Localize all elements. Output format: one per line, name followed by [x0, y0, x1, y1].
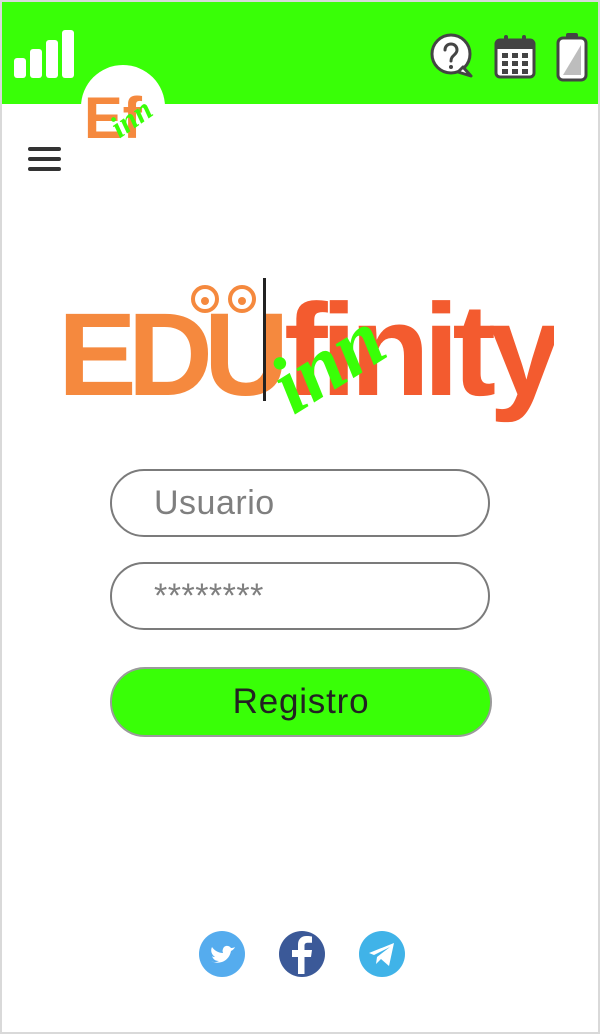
twitter-icon[interactable]	[198, 930, 246, 978]
menu-line	[28, 157, 61, 161]
password-input[interactable]	[110, 562, 490, 630]
app-logo-icon: Ef inn	[81, 65, 165, 146]
battery-icon	[556, 33, 588, 82]
help-bubble-icon[interactable]	[429, 32, 475, 80]
username-input[interactable]	[110, 469, 490, 537]
telegram-icon[interactable]	[358, 930, 406, 978]
register-button[interactable]: Registro	[110, 667, 492, 737]
signal-bars-icon	[14, 30, 74, 78]
calendar-icon[interactable]	[493, 32, 537, 80]
menu-line	[28, 167, 61, 171]
app-screen: Ef inn EDU finity inn Registro	[0, 0, 600, 1034]
hamburger-menu-button[interactable]	[24, 144, 68, 178]
menu-line	[28, 147, 61, 151]
facebook-icon[interactable]	[278, 930, 326, 978]
eduinnfinity-logo: EDU finity inn	[58, 276, 554, 431]
